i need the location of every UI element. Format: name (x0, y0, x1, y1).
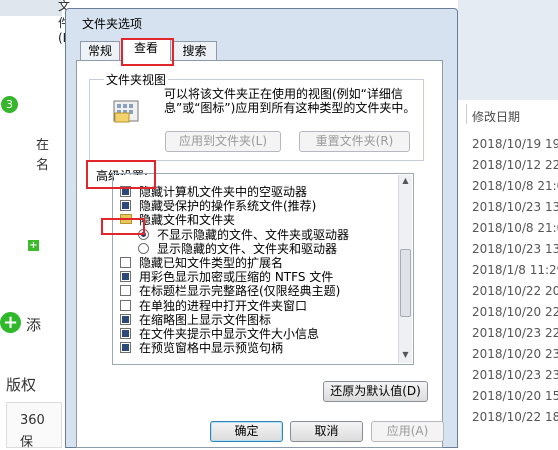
date-cell: 2018/10/20 22: (472, 305, 558, 319)
date-cell: 2018/10/22 20: (472, 284, 558, 298)
date-cell: 2018/10/20 15: (472, 389, 558, 403)
tree-item-label: 在缩略图上显示文件图标 (139, 312, 272, 327)
background-menubar: 文件(F) (0, 0, 74, 45)
left-fragment-2: 名 (36, 158, 50, 173)
checkbox-icon[interactable] (120, 257, 131, 268)
reset-folders-button[interactable]: 重置文件夹(R) (299, 131, 410, 152)
badge-count: 3 (1, 96, 18, 113)
date-cell: 2018/10/19 19: (472, 137, 558, 151)
date-cell: 2018/10/23 13: (472, 200, 558, 214)
checkbox-icon[interactable] (120, 271, 131, 283)
date-cell: 2018/10/20 23: (472, 347, 558, 361)
tree-item-label: 在文件夹提示中显示文件大小信息 (139, 327, 320, 341)
tree-item-label: 隐藏已知文件类型的扩展名 (139, 256, 284, 270)
background-right-toolbar (458, 0, 558, 100)
apply-button[interactable]: 应用(A) (371, 421, 444, 442)
tree-item-label: 在单独的进程中打开文件夹窗口 (139, 298, 308, 313)
highlight-advanced-settings (86, 160, 156, 189)
checkbox-icon[interactable] (120, 285, 131, 297)
tree-item-label: 隐藏文件和文件夹 (139, 213, 236, 228)
tree-scrollbar[interactable]: ▲ ▼ (398, 175, 412, 363)
checkbox-icon[interactable] (120, 299, 131, 311)
column-divider (466, 104, 467, 124)
date-cell: 2018/10/23 22: (472, 326, 558, 340)
tree-item-label: 不显示隐藏的文件、文件夹或驱动器 (157, 227, 350, 242)
tree-item-label: 隐藏受保护的操作系统文件(推荐) (139, 199, 317, 214)
date-cell: 2018/10/8 21:0 (472, 179, 558, 193)
date-cell: 2018/10/23 13: (472, 242, 558, 256)
date-cell: 2018/10/23 23: (472, 368, 558, 382)
scroll-up-icon[interactable]: ▲ (400, 175, 411, 187)
left-fragment-4: 版权 (6, 376, 37, 394)
checkbox-icon[interactable] (120, 313, 131, 325)
folder-view-description-2: 息”或“图标”)应用到所有这种类型的文件夹中。 (164, 101, 416, 115)
tab-general[interactable]: 常规 (80, 41, 120, 61)
checkbox-icon[interactable] (120, 200, 131, 212)
tree-item-label: 在标题栏显示完整路径(仅限经典主题) (139, 284, 341, 299)
date-cell: 2018/10/12 22: (472, 158, 558, 172)
left-fragment-5: 360 (20, 413, 45, 428)
tree-item-label: 隐藏计算机文件夹中的空驱动器 (139, 185, 308, 199)
left-fragment-6: 保 (20, 435, 34, 450)
radio-icon[interactable] (138, 242, 149, 254)
checkbox-icon[interactable] (120, 342, 131, 354)
apply-to-folders-button[interactable]: 应用到文件夹(L) (165, 131, 281, 152)
highlight-show-hidden-option (101, 218, 145, 235)
left-fragment-3: 添 (26, 316, 42, 334)
add-circle-icon[interactable]: + (0, 312, 21, 333)
date-cell: 2018/1/8 11:29 (472, 263, 558, 277)
dialog-title: 文件夹选项 (82, 17, 143, 31)
advanced-settings-tree[interactable]: 隐藏计算机文件夹中的空驱动器 隐藏受保护的操作系统文件(推荐) 隐藏文件和文件夹 不显… (114, 175, 396, 363)
plus-icon[interactable]: + (28, 240, 39, 251)
checkbox-icon[interactable] (120, 328, 131, 339)
tree-item-label: 在预览窗格中显示预览句柄 (139, 341, 284, 356)
column-header-modified-date[interactable]: 修改日期 (472, 108, 520, 125)
tab-search[interactable]: 搜索 (172, 41, 217, 61)
cancel-button[interactable]: 取消 (290, 421, 363, 442)
left-fragment-1: 在 (36, 138, 50, 153)
date-cell: 2018/10/22 18: (472, 410, 558, 424)
folder-view-label: 文件夹视图 (104, 71, 169, 88)
folder-view-icon (113, 98, 143, 124)
ok-button[interactable]: 确定 (210, 421, 283, 442)
date-cell: 2018/10/8 21:0 (472, 221, 558, 235)
restore-defaults-button[interactable]: 还原为默认值(D) (323, 381, 428, 402)
highlight-view-tab (121, 38, 174, 66)
tree-item-label: 用彩色显示加密或压缩的 NTFS 文件 (139, 270, 334, 285)
scroll-thumb[interactable] (400, 249, 411, 317)
scroll-down-icon[interactable]: ▼ (400, 349, 411, 361)
tree-item-label: 显示隐藏的文件、文件夹和驱动器 (157, 241, 338, 256)
